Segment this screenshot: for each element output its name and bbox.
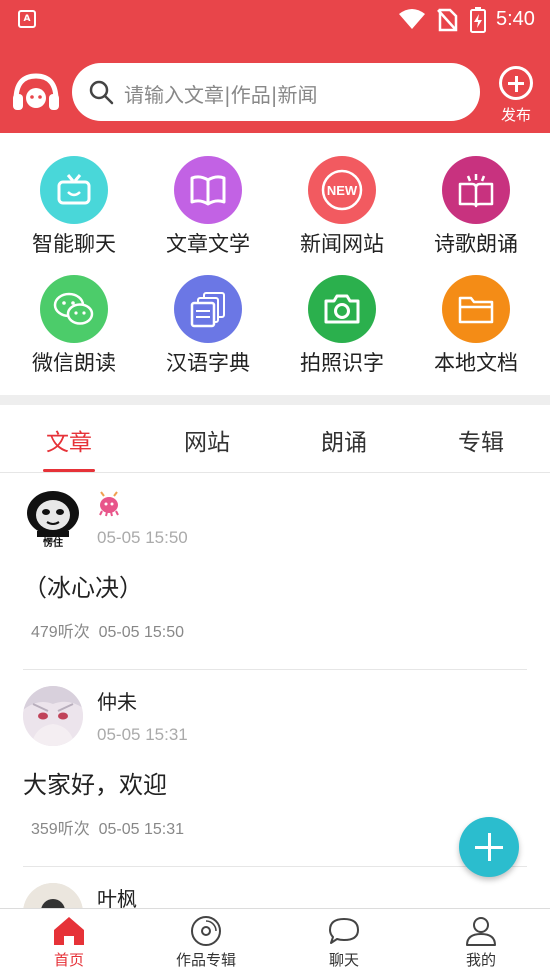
grid-item-poetry[interactable]: 诗歌朗诵 — [416, 156, 536, 258]
wechat-icon — [40, 275, 108, 343]
active-tab-indicator — [43, 469, 95, 472]
wifi-icon — [399, 9, 425, 29]
tab-articles[interactable]: 文章 — [9, 423, 129, 457]
tab-albums[interactable]: 专辑 — [421, 423, 541, 457]
pink-bug-icon — [99, 491, 119, 517]
grid-item-dictionary[interactable]: 汉语字典 — [148, 275, 268, 377]
app-notification-icon: A — [18, 10, 36, 28]
grid-item-local-docs[interactable]: 本地文档 — [416, 275, 536, 377]
battery-charging-icon — [470, 7, 486, 33]
nav-label: 作品专辑 — [175, 951, 236, 969]
grid-item-articles[interactable]: 文章文学 — [148, 156, 268, 258]
section-separator — [0, 395, 550, 405]
grid-item-photo-ocr[interactable]: 拍照识字 — [282, 275, 402, 377]
grid-item-smart-chat[interactable]: 智能聊天 — [14, 156, 134, 258]
tab-recitation[interactable]: 朗诵 — [284, 423, 404, 457]
add-circle-icon — [499, 66, 533, 100]
tab-websites[interactable]: 网站 — [147, 423, 267, 457]
list-item[interactable]: 叶枫 — [0, 867, 550, 908]
list-item[interactable]: 愣住 05-05 15:50 （冰心决） 479听次 05-05 15:50 — [0, 473, 550, 670]
listen-count: 359听次 — [31, 821, 90, 838]
tv-icon — [40, 156, 108, 224]
publish-label: 发布 — [500, 106, 531, 124]
content-tabs: 文章 网站 朗诵 专辑 — [0, 405, 550, 473]
search-placeholder: 请输入文章|作品|新闻 — [124, 83, 318, 107]
grid-item-news[interactable]: NEW 新闻网站 — [282, 156, 402, 258]
grid-label: 本地文档 — [434, 351, 518, 375]
panda-meme-avatar[interactable]: 愣住 — [23, 489, 83, 549]
chat-bubble-icon — [329, 918, 359, 944]
book-icon — [174, 156, 242, 224]
search-icon — [89, 80, 114, 105]
grid-label: 拍照识字 — [300, 351, 384, 375]
post-author[interactable]: 叶枫 — [97, 883, 137, 908]
poem-book-icon — [442, 156, 510, 224]
post-title[interactable]: （冰心决） — [23, 568, 143, 603]
nav-label: 我的 — [465, 951, 496, 969]
post-author[interactable]: 仲未 — [97, 686, 137, 715]
user-avatar-image — [23, 883, 83, 908]
user-avatar[interactable] — [23, 883, 83, 908]
meta-time: 05-05 15:50 — [98, 624, 184, 641]
grid-label: 汉语字典 — [166, 351, 250, 375]
nav-label: 首页 — [53, 951, 84, 969]
home-icon — [54, 917, 84, 945]
bottom-navigation: 首页 作品专辑 聊天 我的 — [0, 908, 550, 979]
new-badge-icon: NEW — [308, 156, 376, 224]
anime-girl-avatar[interactable] — [23, 686, 83, 746]
listen-count: 479听次 — [31, 624, 90, 641]
avatar-caption: 愣住 — [43, 536, 63, 549]
app-screen: A 5:40 请输入文章|作品|新闻 发布 智能聊天 文章文学 NEW 新闻网站… — [0, 0, 550, 979]
status-bar: A 5:40 — [0, 0, 550, 40]
dictionary-icon — [174, 275, 242, 343]
grid-label: 诗歌朗诵 — [434, 232, 518, 256]
post-meta: 479听次 05-05 15:50 — [31, 618, 184, 642]
folder-icon — [442, 275, 510, 343]
no-sim-icon — [437, 8, 458, 32]
top-header: 请输入文章|作品|新闻 发布 — [0, 40, 550, 133]
anime-girl-image — [23, 686, 83, 746]
nav-label: 聊天 — [328, 951, 359, 969]
post-meta: 359听次 05-05 15:31 — [31, 815, 184, 839]
nav-chat[interactable]: 聊天 — [284, 915, 404, 970]
status-time: 5:40 — [496, 8, 535, 30]
nav-home[interactable]: 首页 — [9, 915, 129, 970]
panda-meme-image: 愣住 — [27, 491, 79, 549]
post-time: 05-05 15:50 — [97, 528, 188, 547]
feature-grid: 智能聊天 文章文学 NEW 新闻网站 诗歌朗诵 微信朗读 汉语字典 拍照识字 本… — [0, 133, 550, 395]
disc-icon — [191, 916, 221, 946]
person-icon — [466, 917, 496, 946]
post-time: 05-05 15:31 — [97, 725, 188, 744]
grid-label: 智能聊天 — [32, 232, 116, 256]
grid-label: 新闻网站 — [300, 232, 384, 256]
post-title[interactable]: 大家好，欢迎 — [23, 765, 167, 800]
nav-albums[interactable]: 作品专辑 — [146, 915, 266, 970]
grid-label: 文章文学 — [166, 232, 250, 256]
add-fab-button[interactable] — [459, 817, 519, 877]
headphones-logo-icon[interactable] — [12, 72, 60, 116]
search-bar[interactable]: 请输入文章|作品|新闻 — [72, 63, 480, 121]
new-badge-text: NEW — [327, 183, 358, 198]
meta-time: 05-05 15:31 — [98, 821, 184, 838]
nav-me[interactable]: 我的 — [421, 915, 541, 970]
camera-icon — [308, 275, 376, 343]
grid-label: 微信朗读 — [32, 351, 116, 375]
publish-button[interactable]: 发布 — [496, 66, 536, 125]
grid-item-wechat-reading[interactable]: 微信朗读 — [14, 275, 134, 377]
